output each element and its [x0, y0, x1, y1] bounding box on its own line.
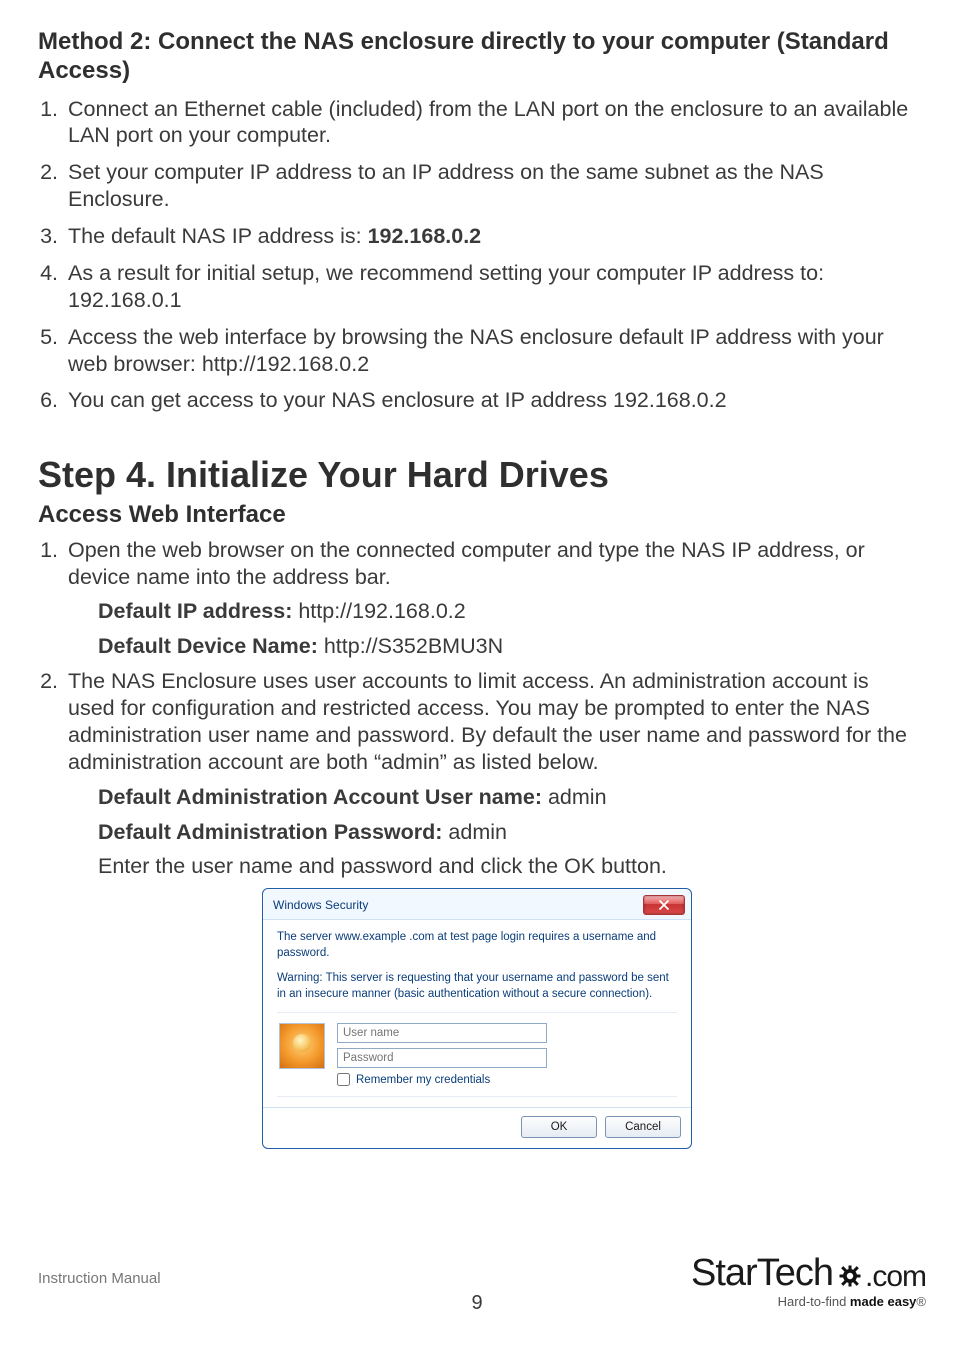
default-ip-label: Default IP address:: [98, 599, 292, 623]
cancel-button[interactable]: Cancel: [605, 1116, 681, 1138]
ok-button[interactable]: OK: [521, 1116, 597, 1138]
step4-heading: Step 4. Initialize Your Hard Drives: [38, 454, 916, 496]
admin-pass-label: Default Administration Password:: [98, 820, 442, 844]
page-number: 9: [471, 1292, 482, 1315]
dialog-message-1: The server www.example .com at test page…: [277, 930, 677, 961]
close-icon: [658, 900, 670, 910]
step4-item-2-text: The NAS Enclosure uses user accounts to …: [68, 669, 907, 774]
user-avatar-icon: [279, 1023, 325, 1069]
admin-user-value: admin: [542, 785, 607, 809]
method2-item-1: Connect an Ethernet cable (included) fro…: [64, 96, 916, 150]
step4-subheading: Access Web Interface: [38, 502, 916, 528]
password-input[interactable]: [337, 1048, 547, 1068]
admin-user-line: Default Administration Account User name…: [98, 784, 916, 811]
logo-tagline: Hard-to-find made easy®: [691, 1294, 926, 1309]
default-name-line: Default Device Name: http://S352BMU3N: [98, 633, 916, 660]
tag-bold: made easy: [850, 1294, 917, 1309]
method2-item-5: Access the web interface by browsing the…: [64, 324, 916, 378]
credentials-section: Remember my credentials: [277, 1012, 677, 1097]
remember-label: Remember my credentials: [356, 1074, 490, 1086]
method2-list: Connect an Ethernet cable (included) fro…: [38, 96, 916, 415]
default-name-value: http://S352BMU3N: [318, 634, 503, 658]
method2-item-4: As a result for initial setup, we recomm…: [64, 260, 916, 314]
method2-heading: Method 2: Connect the NAS enclosure dire…: [38, 28, 916, 86]
step4-item-1-text: Open the web browser on the connected co…: [68, 538, 865, 589]
step4-item-2: The NAS Enclosure uses user accounts to …: [64, 668, 916, 880]
footer-label: Instruction Manual: [38, 1270, 161, 1287]
tag-pre: Hard-to-find: [778, 1294, 850, 1309]
enter-credentials-line: Enter the user name and password and cli…: [98, 853, 916, 880]
step4-item-1: Open the web browser on the connected co…: [64, 537, 916, 661]
default-ip-line: Default IP address: http://192.168.0.2: [98, 598, 916, 625]
method2-item-3: The default NAS IP address is: 192.168.0…: [64, 223, 916, 250]
close-button[interactable]: [643, 895, 685, 915]
dialog-button-row: OK Cancel: [263, 1108, 691, 1148]
admin-user-label: Default Administration Account User name…: [98, 785, 542, 809]
remember-credentials-row[interactable]: Remember my credentials: [337, 1073, 675, 1086]
default-name-label: Default Device Name:: [98, 634, 318, 658]
logo-text-suffix: .com: [865, 1263, 926, 1290]
username-input[interactable]: [337, 1023, 547, 1043]
method2-item-3-pre: The default NAS IP address is:: [68, 224, 368, 248]
gear-icon: [837, 1260, 863, 1290]
dialog-titlebar: Windows Security: [263, 889, 691, 919]
logo-text-main: StarTech: [691, 1256, 833, 1290]
method2-item-3-bold: 192.168.0.2: [368, 224, 482, 248]
method2-item-6: You can get access to your NAS enclosure…: [64, 387, 916, 414]
admin-pass-line: Default Administration Password: admin: [98, 819, 916, 846]
method2-item-2: Set your computer IP address to an IP ad…: [64, 159, 916, 213]
dialog-message-2: Warning: This server is requesting that …: [277, 971, 677, 1002]
default-ip-value: http://192.168.0.2: [292, 599, 465, 623]
windows-security-dialog: Windows Security The server www.example …: [262, 888, 692, 1149]
step4-list: Open the web browser on the connected co…: [38, 537, 916, 881]
dialog-title: Windows Security: [273, 898, 368, 912]
remember-checkbox[interactable]: [337, 1073, 350, 1086]
admin-pass-value: admin: [442, 820, 507, 844]
dialog-body: The server www.example .com at test page…: [263, 919, 691, 1108]
brand-logo: StarTech .com: [691, 1256, 926, 1309]
tag-suffix: ®: [916, 1294, 926, 1309]
